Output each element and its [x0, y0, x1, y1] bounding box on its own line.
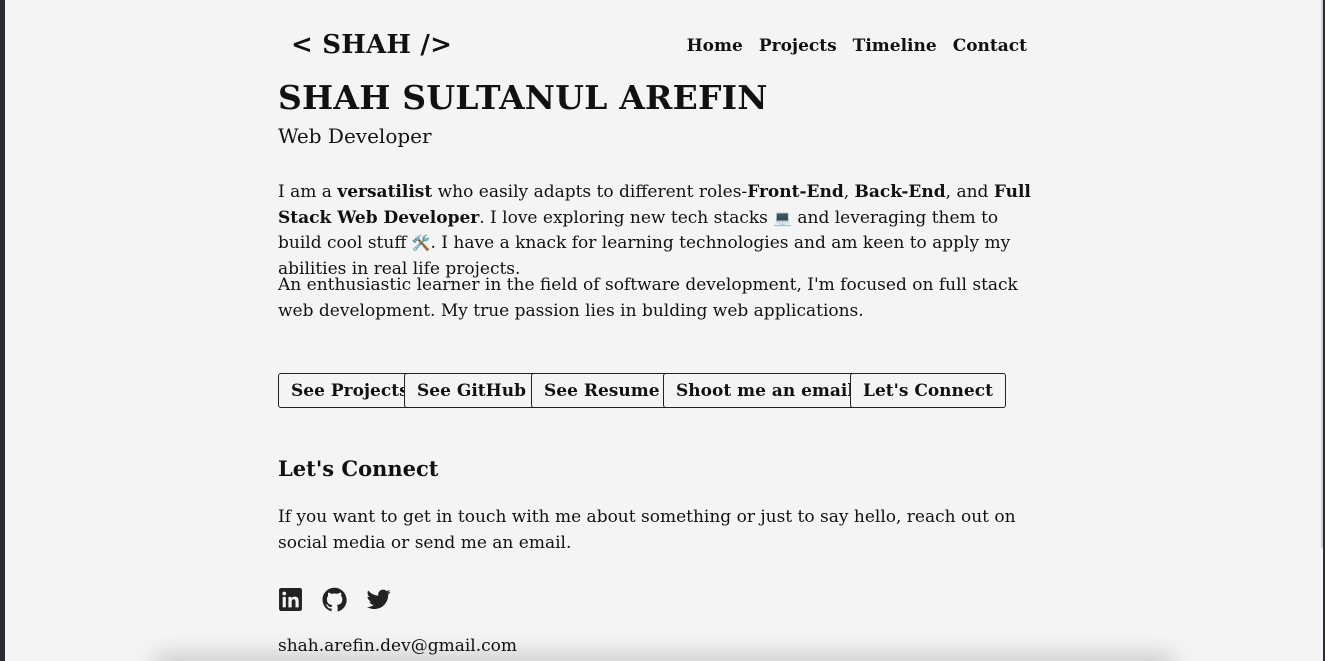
github-icon[interactable]	[322, 587, 347, 612]
intro-highlight-backend: Back-End	[854, 182, 946, 202]
page: < SHAH /> Home Projects Timeline Contact…	[5, 0, 1323, 661]
connect-text: If you want to get in touch with me abou…	[278, 507, 1016, 553]
see-projects-button[interactable]: See Projects	[278, 373, 422, 408]
intro-text: . I love exploring new tech stacks	[479, 207, 774, 228]
nav-contact[interactable]: Contact	[953, 36, 1027, 56]
intro-text: , and	[945, 182, 994, 202]
site-logo[interactable]: < SHAH />	[291, 30, 452, 60]
laptop-emoji-icon: 💻	[773, 208, 792, 227]
lets-connect-button[interactable]: Let's Connect	[850, 373, 1006, 408]
header: < SHAH /> Home Projects Timeline Contact	[278, 0, 1038, 88]
email-button[interactable]: Shoot me an email	[663, 373, 867, 408]
twitter-icon[interactable]	[366, 587, 391, 612]
cta-buttons: See Projects See GitHub See Resume Shoot…	[278, 373, 1038, 411]
tools-emoji-icon: 🛠️	[411, 234, 431, 252]
hero-name: SHAH SULTANUL AREFIN	[278, 78, 768, 117]
main-nav: Home Projects Timeline Contact	[687, 36, 1027, 56]
nav-projects[interactable]: Projects	[759, 36, 837, 56]
intro-highlight-versatilist: versatilist	[337, 182, 433, 202]
intro-text: I am a	[278, 182, 338, 202]
intro-paragraph: I am a versatilist who easily adapts to …	[278, 180, 1038, 282]
social-links	[278, 587, 391, 612]
linkedin-icon[interactable]	[278, 587, 303, 612]
nav-timeline[interactable]: Timeline	[853, 36, 937, 56]
content-column: < SHAH /> Home Projects Timeline Contact…	[278, 0, 1038, 656]
passion-paragraph: An enthusiastic learner in the field of …	[278, 275, 1018, 321]
see-resume-button[interactable]: See Resume	[531, 373, 673, 408]
email-link[interactable]: shah.arefin.dev@gmail.com	[278, 636, 517, 656]
intro-highlight-frontend: Front-End	[747, 182, 844, 202]
see-github-button[interactable]: See GitHub	[404, 373, 539, 408]
intro-text: ,	[843, 182, 855, 202]
hero-role: Web Developer	[278, 124, 432, 148]
nav-home[interactable]: Home	[687, 36, 743, 56]
connect-heading: Let's Connect	[278, 456, 439, 481]
scrollbar[interactable]	[1321, 0, 1323, 548]
intro-text: who easily adapts to different roles-	[432, 182, 748, 202]
